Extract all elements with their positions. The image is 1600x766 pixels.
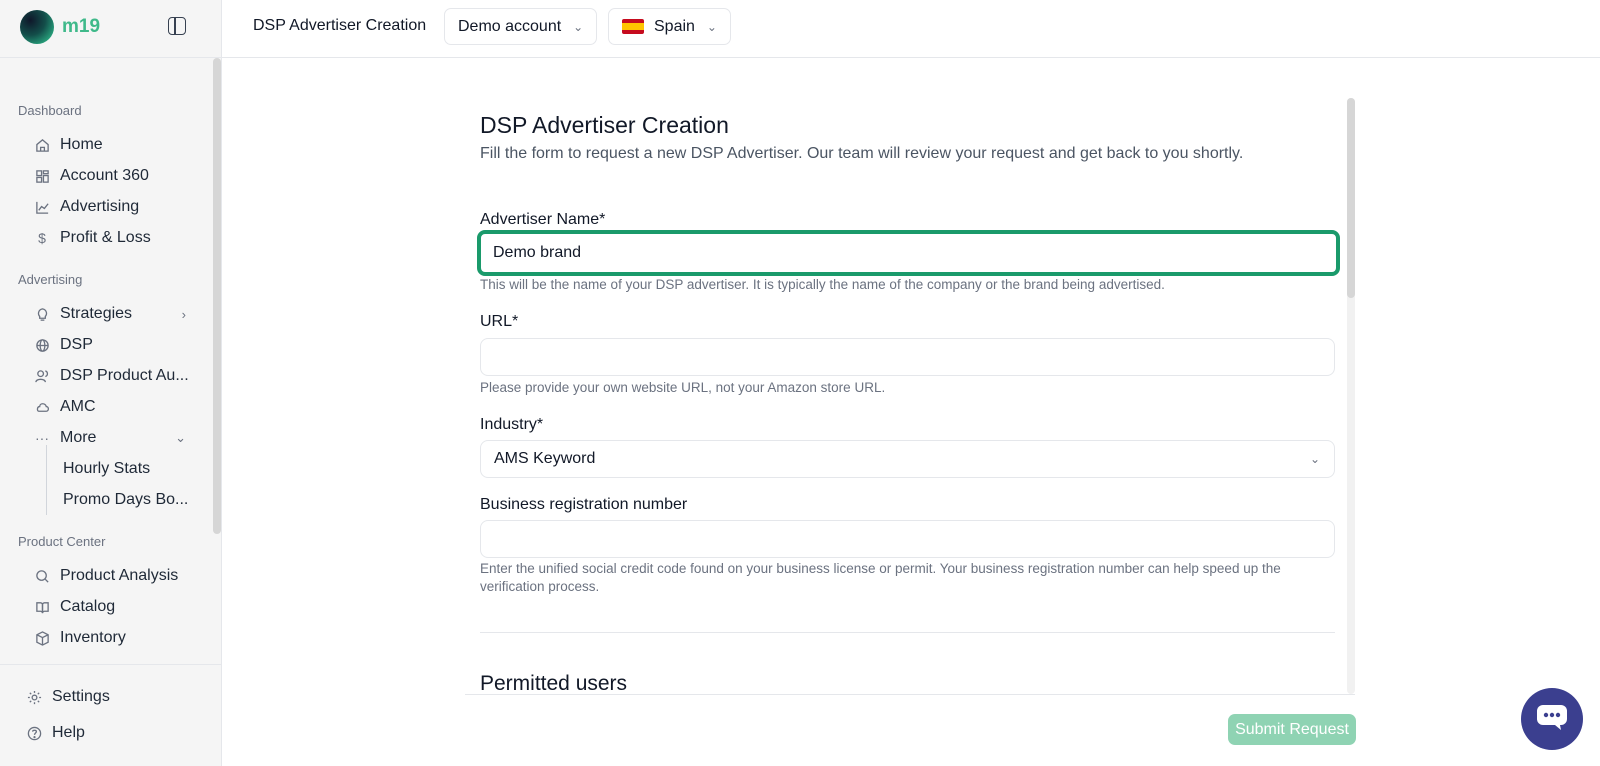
grid-icon (34, 168, 50, 184)
globe-icon (34, 337, 50, 353)
settings-label: Settings (52, 688, 110, 705)
advertiser-name-help: This will be the name of your DSP advert… (480, 277, 1165, 292)
dollar-icon: $ (38, 230, 46, 246)
sidebar-item-help[interactable]: Help (26, 718, 85, 748)
sidebar-item-label: Strategies (60, 305, 133, 322)
sidebar-toggle-icon[interactable] (168, 17, 186, 35)
advertiser-name-input[interactable]: Demo brand (477, 230, 1340, 276)
account-select[interactable]: Demo account ⌄ (444, 8, 598, 45)
topbar: DSP Advertiser Creation Demo account ⌄ S… (222, 0, 1600, 58)
sidebar-item-settings[interactable]: Settings (26, 682, 110, 712)
sidebar-item-account-360[interactable]: Account 360 (34, 161, 204, 191)
lightbulb-icon (34, 306, 50, 322)
logo-mark (20, 10, 54, 44)
book-icon (34, 599, 50, 615)
country-select-value: Spain (654, 17, 695, 35)
sidebar-item-product-analysis[interactable]: Product Analysis (34, 561, 204, 591)
sidebar-item-label: More (60, 429, 97, 446)
submit-request-button[interactable]: Submit Request (1228, 714, 1356, 745)
section-advertising: Advertising (18, 272, 83, 287)
users-icon (34, 368, 50, 384)
sidebar-item-label: DSP (60, 336, 93, 353)
search-icon (34, 568, 50, 584)
sidebar-item-label: Product Analysis (60, 567, 179, 584)
sidebar-divider (0, 57, 222, 58)
chevron-down-icon: ⌄ (573, 19, 584, 34)
sidebar-item-label: Inventory (60, 629, 126, 646)
home-icon (34, 137, 50, 153)
country-select[interactable]: Spain ⌄ (608, 8, 731, 45)
advertiser-name-value: Demo brand (493, 244, 582, 261)
account-select-value: Demo account (458, 17, 562, 35)
url-input[interactable] (480, 338, 1335, 376)
sidebar-item-label: Catalog (60, 598, 116, 615)
sidebar-item-more[interactable]: ··· More ⌄ (34, 423, 204, 453)
sidebar-item-advertising[interactable]: Advertising (34, 192, 204, 222)
logo-text: m19 (62, 16, 101, 37)
sidebar-item-profit-loss[interactable]: $ Profit & Loss (34, 223, 204, 253)
sidebar-item-label: AMC (60, 398, 96, 415)
sidebar-item-label: Home (60, 136, 103, 153)
form-title: DSP Advertiser Creation (480, 112, 729, 138)
box-icon (34, 630, 50, 646)
submenu-guide-line (46, 445, 47, 515)
page-title: DSP Advertiser Creation (253, 17, 427, 34)
section-dashboard: Dashboard (18, 103, 82, 118)
app-logo[interactable]: m19 (20, 10, 100, 44)
sidebar-item-label: Profit & Loss (60, 229, 151, 246)
sidebar-item-dsp-product-audiences[interactable]: DSP Product Au... (34, 361, 204, 391)
chart-line-icon (34, 199, 50, 215)
business-registration-help: Enter the unified social credit code fou… (480, 561, 1281, 594)
url-help: Please provide your own website URL, not… (480, 380, 886, 395)
sidebar-item-label: Account 360 (60, 167, 149, 184)
sidebar-item-promo-days[interactable]: Promo Days Bo... (63, 485, 188, 515)
industry-select[interactable]: AMS Keyword ⌄ (480, 440, 1335, 478)
sidebar-item-label: DSP Product Au... (60, 367, 189, 384)
sidebar-item-hourly-stats[interactable]: Hourly Stats (63, 454, 150, 484)
industry-value: AMS Keyword (494, 450, 596, 467)
spain-flag-icon (622, 19, 644, 34)
gear-icon (26, 689, 42, 705)
sidebar-item-catalog[interactable]: Catalog (34, 592, 204, 622)
form-scrollbar[interactable] (1347, 98, 1355, 298)
chevron-right-icon: › (181, 306, 186, 322)
chat-icon (1535, 702, 1569, 737)
permitted-users-heading: Permitted users (480, 672, 628, 695)
advertiser-name-label: Advertiser Name* (480, 211, 606, 228)
business-registration-label: Business registration number (480, 496, 688, 513)
industry-label: Industry* (480, 416, 544, 433)
chevron-down-icon: ⌄ (1309, 452, 1320, 466)
ellipsis-icon: ··· (35, 430, 49, 446)
help-circle-icon (26, 725, 42, 741)
sidebar-footer-divider (0, 664, 222, 665)
form-footer-divider (465, 694, 1355, 695)
sidebar-item-amc[interactable]: AMC (34, 392, 204, 422)
sidebar-item-dsp[interactable]: DSP (34, 330, 204, 360)
form-subtitle: Fill the form to request a new DSP Adver… (480, 145, 1244, 162)
sidebar-scrollbar[interactable] (213, 58, 221, 534)
chevron-down-icon: ⌄ (706, 19, 717, 34)
business-registration-input[interactable] (480, 520, 1335, 558)
sidebar-item-inventory[interactable]: Inventory (34, 623, 204, 653)
sidebar-item-label: Advertising (60, 198, 140, 215)
form-divider (480, 632, 1335, 633)
sidebar: m19 Dashboard Home Account 360 Advertisi… (0, 0, 222, 766)
cloud-icon (34, 399, 50, 415)
url-label: URL* (480, 313, 519, 330)
section-product-center: Product Center (18, 534, 106, 549)
chat-support-button[interactable] (1521, 688, 1583, 750)
sidebar-item-strategies[interactable]: Strategies › (34, 299, 204, 329)
chevron-down-icon: ⌄ (175, 430, 186, 445)
sidebar-item-home[interactable]: Home (34, 130, 204, 160)
help-label: Help (52, 724, 85, 741)
